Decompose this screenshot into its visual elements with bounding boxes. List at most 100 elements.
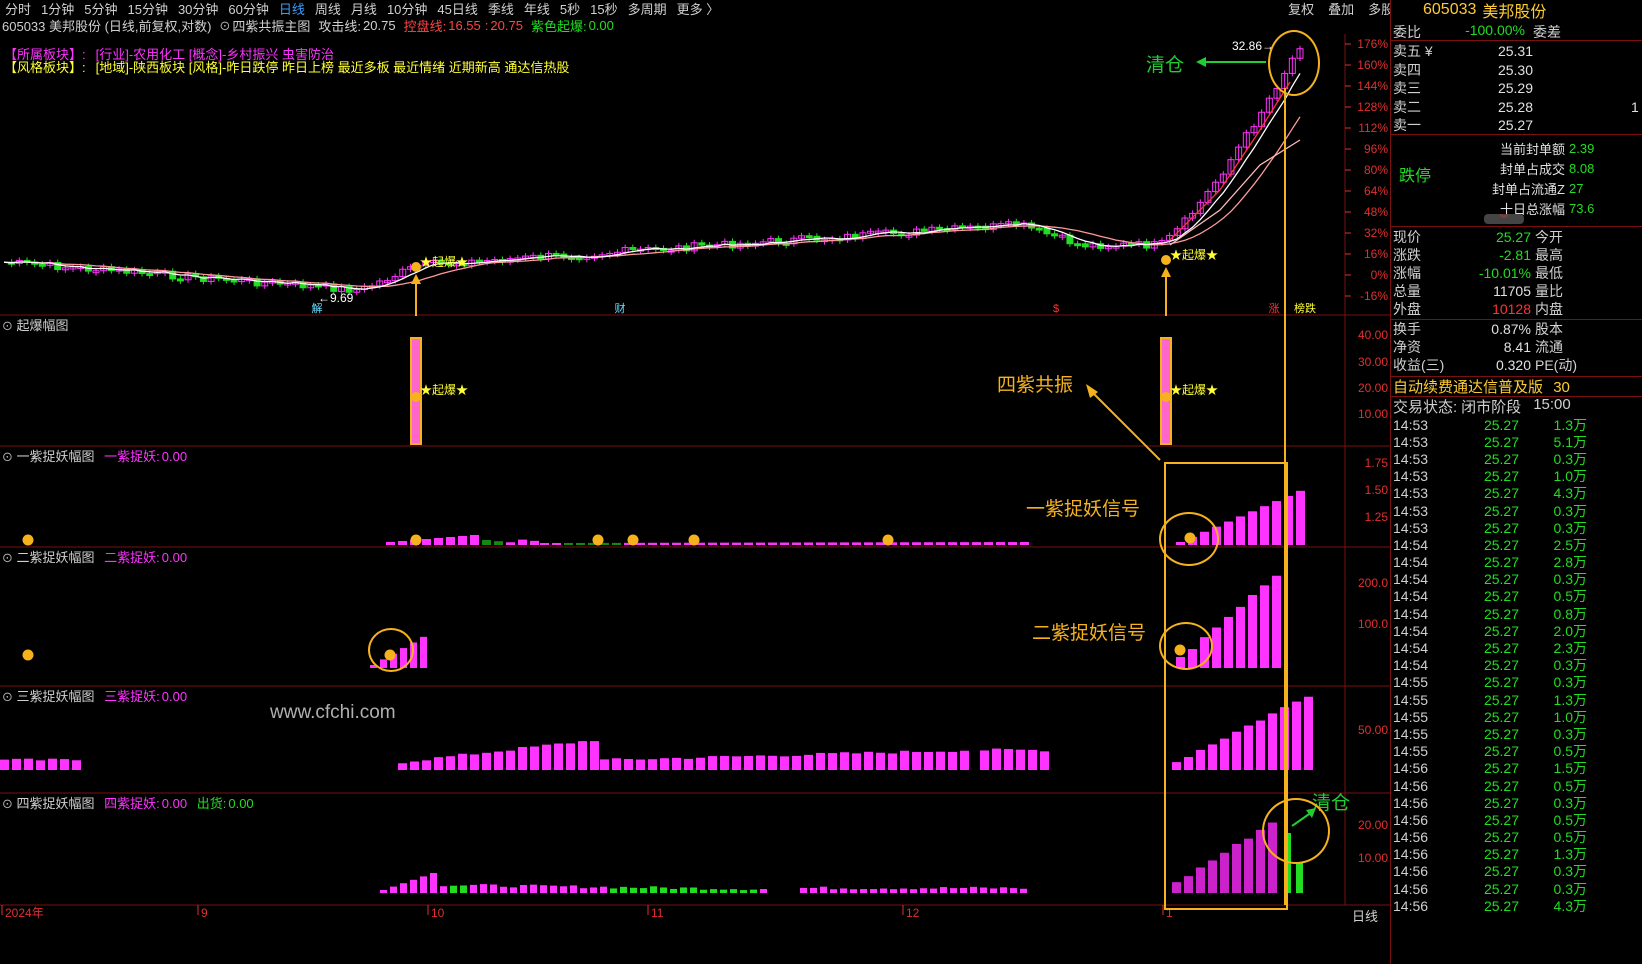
explode-label: ★起爆★ [1170,248,1218,262]
sizi-bar [800,887,807,893]
sizi-exit-bar [1296,863,1303,893]
bottom-marker: $ [1053,303,1059,315]
panel-title-erzi[interactable]: ⊙ 二紫捉妖幅图 二紫捉妖: 0.00 [2,547,187,566]
tick-row: 14:55 25.27 0.3万 [1393,674,1642,691]
quote-value: 8.41 [1503,339,1531,355]
ma-line-fast [3,73,1301,290]
tick-row: 14:56 25.27 1.5万 [1393,760,1642,777]
ask-label: 卖二 [1393,98,1421,115]
collapse-tab[interactable]: ︾ [1484,214,1524,224]
tick-price: 25.27 [1483,846,1519,863]
panel-title-yizi[interactable]: ⊙ 一紫捉妖幅图 一紫捉妖: 0.00 [2,446,187,465]
period-tab-6[interactable]: 日线 [274,0,310,18]
annot-sizi-gongzhen: 四紫共振 [997,375,1074,396]
y-axis-label: 80% [1364,163,1388,177]
sanzi-bar [876,752,885,770]
qibao-label: ★起爆★ [420,383,468,397]
yizi-bar [470,540,479,545]
sizi-bar [650,886,657,893]
period-tab-4[interactable]: 30分钟 [173,0,223,18]
ask-row[interactable]: 卖四 25.30 [1393,61,1642,80]
tick-row: 14:54 25.27 0.3万 [1393,571,1642,588]
tick-price: 25.27 [1483,897,1519,914]
tick-time: 14:54 [1393,605,1429,622]
y-axis-label: 144% [1357,79,1388,93]
sizi-bar [900,888,907,893]
ask-label: 卖一 [1393,117,1421,134]
y-axis-label: 128% [1357,100,1388,114]
period-tab-10[interactable]: 45日线 [432,0,482,18]
collapse-icon[interactable]: ⊙ [2,550,13,565]
sizi-bar [470,884,477,893]
tick-price: 25.27 [1483,502,1519,519]
rp-notice[interactable]: 自动续费通达信普及版 30 [1393,376,1642,397]
sizi-bar [530,884,537,893]
sizi-bar [990,888,997,893]
sizi-bar [640,888,647,893]
tick-time: 14:54 [1393,657,1429,674]
period-selector[interactable]: 日线 [1352,906,1378,925]
quote-label: 外盘 [1393,301,1421,317]
period-tab-3[interactable]: 15分钟 [122,0,172,18]
period-tab-11[interactable]: 季线 [483,0,519,18]
tick-time: 14:53 [1393,519,1429,536]
signal-arrowhead [411,274,421,284]
rp-divider-2 [1390,134,1642,135]
menu-item-1[interactable]: 叠加 [1321,0,1361,18]
collapse-icon[interactable]: ⊙ [2,318,13,333]
candle-body [146,273,154,277]
ask-row[interactable]: 卖三 25.29 [1393,79,1642,98]
yizi-bar [552,542,561,545]
tick-time: 14:54 [1393,640,1429,657]
candle-body [1074,243,1082,247]
collapse-icon[interactable]: ⊙ [2,796,13,811]
sizi-bar [840,888,847,893]
sanzi-bar [660,758,669,770]
rp-divider-4 [1390,319,1642,320]
tick-row: 14:53 25.27 1.3万 [1393,416,1642,433]
seal-value: 8.08 [1569,160,1595,176]
panel-title-qibao[interactable]: ⊙ 起爆幅图 [2,315,69,334]
period-tab-12[interactable]: 年线 [519,0,555,18]
yizi-bar [576,542,585,545]
period-tab-14[interactable]: 15秒 [585,0,622,18]
ask-price: 25.30 [1497,61,1533,78]
sizi-bar [750,889,757,893]
sanzi-bar [458,753,467,770]
panel-title-sizi[interactable]: ⊙ 四紫捉妖幅图 四紫捉妖: 0.00 出货: 0.00 [2,793,254,812]
period-tab-0[interactable]: 分时 [0,0,36,18]
tick-price: 25.27 [1483,760,1519,777]
collapse-icon[interactable]: ⊙ [2,449,13,464]
sanzi-bar [780,756,789,770]
sanzi-bar [1016,749,1025,770]
rp-weibi: 委比 -100.00% 委差 [1393,22,1561,40]
tick-row: 14:55 25.27 0.5万 [1393,743,1642,760]
tick-row: 14:54 25.27 0.5万 [1393,588,1642,605]
tick-row: 14:56 25.27 0.3万 [1393,880,1642,897]
tick-row: 14:54 25.27 2.3万 [1393,639,1642,656]
tick-price: 25.27 [1483,485,1519,502]
ask-row[interactable]: 卖一 25.27 [1393,116,1642,135]
period-tab-16[interactable]: 更多 〉 [672,0,725,18]
collapse-icon[interactable]: ⊙ [2,689,13,704]
period-tab-2[interactable]: 5分钟 [79,0,122,18]
ask-row[interactable]: 卖五 ¥ 25.31 [1393,42,1642,61]
ask-label: 卖四 [1393,61,1421,78]
ask-price: 25.28 [1497,98,1533,115]
period-tab-13[interactable]: 5秒 [555,0,585,18]
tick-row: 14:54 25.27 0.8万 [1393,605,1642,622]
period-tab-1[interactable]: 1分钟 [36,0,79,18]
period-tab-8[interactable]: 月线 [346,0,382,18]
menu-item-0[interactable]: 复权 [1281,0,1321,18]
ask-row[interactable]: 卖二 25.28 1 [1393,98,1642,117]
yizi-bar [852,542,861,545]
sizi-bar [590,887,597,893]
period-tab-5[interactable]: 60分钟 [223,0,273,18]
tick-row: 14:55 25.27 1.0万 [1393,708,1642,725]
qibao-y-label: 20.00 [1358,381,1388,395]
sanzi-bar [48,758,57,770]
panel-title-sanzi[interactable]: ⊙ 三紫捉妖幅图 三紫捉妖: 0.00 [2,686,187,705]
period-tab-9[interactable]: 10分钟 [382,0,432,18]
period-tab-7[interactable]: 周线 [310,0,346,18]
period-tab-15[interactable]: 多周期 [623,0,672,18]
